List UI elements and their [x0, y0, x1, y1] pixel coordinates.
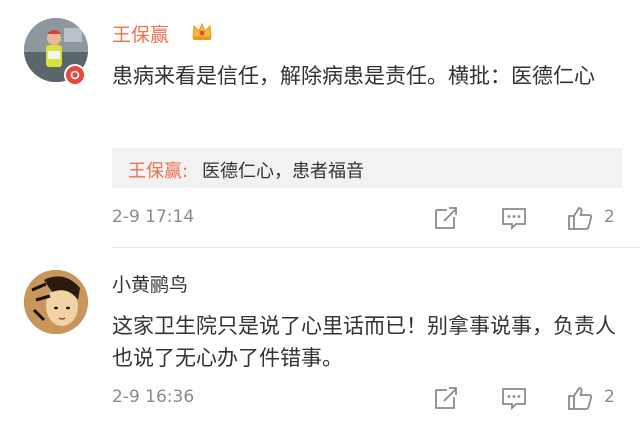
- crown-icon: [190, 19, 214, 43]
- comment-item: 王保赢 患病来看是信任，解除病患是责任。横批：医德仁心 王保赢: 医德仁心，患者…: [0, 0, 640, 248]
- like-button[interactable]: [566, 384, 594, 412]
- reply-box[interactable]: 王保赢: 医德仁心，患者福音: [112, 148, 622, 188]
- avatar[interactable]: [24, 270, 88, 334]
- share-button[interactable]: [432, 384, 460, 412]
- timestamp: 2-9 17:14: [112, 207, 195, 227]
- comment-icon: [502, 208, 526, 231]
- like-icon: [568, 207, 593, 230]
- comment-text: 这家卫生院只是说了心里话而已！别拿事说事，负责人也说了无心办了件错事。: [112, 314, 616, 370]
- username[interactable]: 小黄鹂鸟: [112, 270, 188, 297]
- share-icon: [435, 387, 457, 409]
- comment-text: 患病来看是信任，解除病患是责任。横批：医德仁心: [112, 64, 595, 88]
- comment-meta: 2-9 17:14 2: [0, 204, 640, 234]
- like-count: 2: [604, 387, 615, 407]
- reply-username[interactable]: 王保赢:: [128, 157, 188, 183]
- comment-button[interactable]: [500, 204, 528, 232]
- username[interactable]: 王保赢: [112, 20, 169, 47]
- share-button[interactable]: [432, 204, 460, 232]
- verified-badge-icon: [64, 64, 86, 86]
- timestamp: 2-9 16:36: [112, 387, 195, 407]
- avatar-image: [24, 270, 88, 334]
- comment-meta: 2-9 16:36 2: [0, 384, 640, 414]
- comment-item: 小黄鹂鸟 这家卫生院只是说了心里话而已！别拿事说事，负责人也说了无心办了件错事。…: [0, 248, 640, 424]
- share-icon: [435, 207, 457, 229]
- comment-button[interactable]: [500, 384, 528, 412]
- like-count: 2: [604, 207, 615, 227]
- like-button[interactable]: [566, 204, 594, 232]
- comment-icon: [502, 388, 526, 411]
- like-icon: [568, 387, 593, 410]
- reply-text: 医德仁心，患者福音: [202, 161, 364, 182]
